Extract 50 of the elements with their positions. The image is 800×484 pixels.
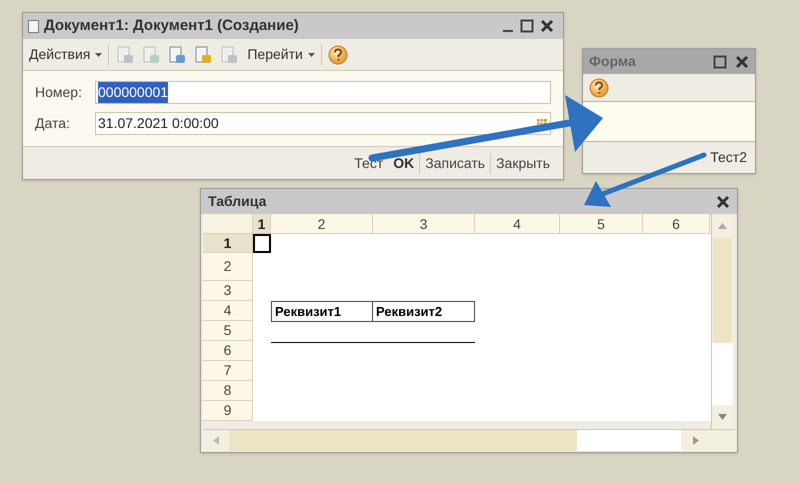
down-arrow-icon[interactable] xyxy=(718,414,727,420)
table-cell: Реквизит1 xyxy=(271,301,373,322)
input-field[interactable]: 000000001 xyxy=(95,81,551,104)
document-icon[interactable] xyxy=(167,44,188,64)
field-label: Дата: xyxy=(35,114,71,133)
row-header[interactable]: 7 xyxy=(203,361,253,381)
field-label: Номер: xyxy=(35,83,83,102)
row-header[interactable]: 4 xyxy=(203,301,253,321)
window-title: Таблица xyxy=(208,192,266,211)
table-cell: Реквизит2 xyxy=(373,301,475,322)
form-button[interactable]: OK xyxy=(388,152,420,174)
vertical-scrollbar[interactable] xyxy=(711,214,733,429)
menu-button[interactable]: Действия xyxy=(27,44,110,65)
form-button[interactable]: Закрыть xyxy=(490,152,555,174)
form-button[interactable]: Записать xyxy=(419,152,490,174)
row-header[interactable]: 1 xyxy=(203,234,253,253)
caret-icon xyxy=(308,52,315,56)
left-arrow-icon[interactable] xyxy=(213,436,219,445)
column-header[interactable]: 4 xyxy=(475,214,560,234)
row-header[interactable]: 6 xyxy=(203,341,253,361)
maximize-icon[interactable] xyxy=(520,19,534,33)
close-icon[interactable] xyxy=(540,19,554,33)
caret-icon xyxy=(95,52,102,56)
column-header[interactable]: 5 xyxy=(560,214,643,234)
document-icon xyxy=(28,20,39,32)
column-header[interactable]: 2 xyxy=(271,214,373,234)
row-header[interactable]: 8 xyxy=(203,381,253,401)
row-header[interactable]: 5 xyxy=(203,321,253,341)
help-icon[interactable] xyxy=(589,78,609,98)
window-title: Документ1: Документ1 (Создание) xyxy=(44,16,299,36)
column-header[interactable]: 1 xyxy=(253,214,271,234)
form-button[interactable]: Тест2 xyxy=(710,147,747,168)
help-icon[interactable] xyxy=(328,44,348,64)
right-arrow-icon[interactable] xyxy=(693,436,699,445)
close-icon[interactable] xyxy=(716,194,730,208)
menu-button[interactable]: Перейти xyxy=(245,44,322,65)
document-icon[interactable] xyxy=(193,44,214,64)
column-header[interactable]: 6 xyxy=(643,214,710,234)
row-header[interactable]: 2 xyxy=(203,253,253,281)
horizontal-scrollbar[interactable] xyxy=(203,429,735,451)
input-field[interactable]: 31.07.2021 0:00:00 xyxy=(95,112,551,135)
close-icon[interactable] xyxy=(735,54,749,68)
row-header[interactable]: 9 xyxy=(203,401,253,421)
maximize-icon[interactable] xyxy=(713,54,727,68)
active-cell[interactable] xyxy=(253,234,271,253)
column-header[interactable]: 3 xyxy=(373,214,475,234)
window-title: Форма xyxy=(589,52,636,71)
up-arrow-icon[interactable] xyxy=(718,223,727,229)
form-button[interactable]: Тест xyxy=(349,152,388,174)
row-header[interactable]: 3 xyxy=(203,281,253,301)
